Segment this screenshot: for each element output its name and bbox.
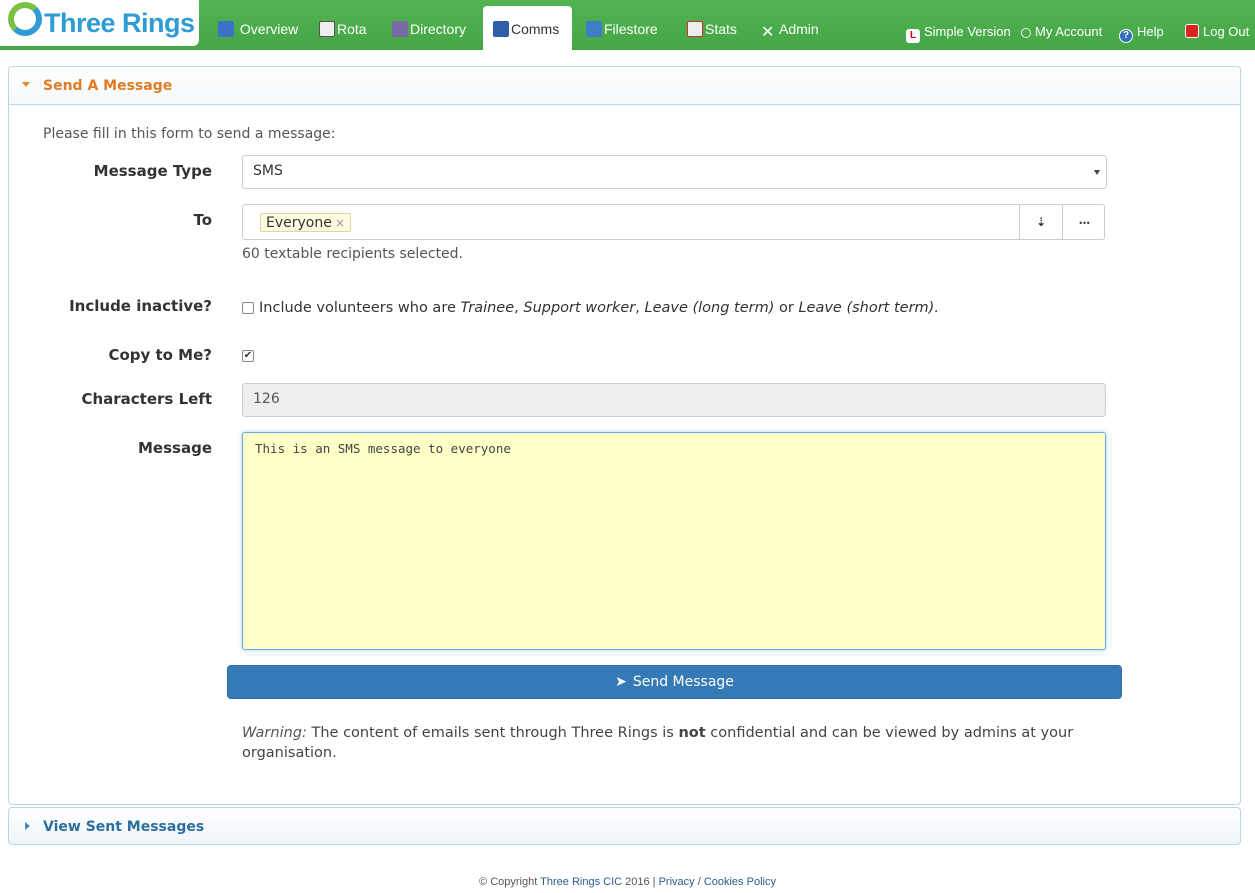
footer: © Copyright Three Rings CIC 2016 | Priva… (0, 876, 1255, 888)
power-icon (1185, 24, 1199, 38)
send-icon: ➤ (615, 674, 627, 690)
tab-directory[interactable]: Directory (392, 6, 466, 50)
help-icon: ? (1119, 29, 1133, 43)
confidentiality-warning: Warning: The content of emails sent thro… (242, 723, 1112, 763)
tab-label: Admin (779, 21, 819, 37)
copy-to-me-checkbox[interactable]: ✔ (242, 350, 254, 362)
tab-label: Rota (337, 21, 367, 37)
text: . (934, 300, 939, 316)
tab-label: Stats (705, 21, 737, 37)
my-account-link[interactable]: My Account (1021, 24, 1102, 39)
tab-label: Comms (511, 21, 560, 37)
text: The content of emails sent through Three… (306, 725, 679, 741)
cookies-link[interactable]: Cookies Policy (704, 876, 776, 888)
tab-label: Filestore (604, 21, 658, 37)
rings-icon (8, 2, 42, 36)
link-label: My Account (1035, 24, 1103, 39)
button-label: Send Message (632, 674, 734, 690)
checkmark-icon: ✔ (243, 350, 253, 361)
panel-title: Send A Message (43, 78, 173, 94)
text: 2016 | (622, 876, 659, 888)
key-icon (1021, 28, 1031, 38)
logo-text: Three Rings (44, 8, 195, 38)
include-inactive-label: Include inactive? (69, 297, 212, 315)
tab-rota[interactable]: Rota (319, 6, 367, 50)
send-message-panel-header[interactable]: Send A Message (9, 67, 1240, 105)
to-label: To (193, 211, 212, 229)
caret-down-icon (22, 82, 30, 87)
chevron-down-icon (1094, 170, 1100, 175)
panel-title: View Sent Messages (43, 819, 205, 835)
filestore-icon (586, 21, 602, 37)
help-link[interactable]: ? Help (1119, 24, 1164, 43)
overview-icon (218, 21, 234, 37)
simple-version-link[interactable]: L Simple Version (906, 24, 1011, 43)
simple-version-icon: L (906, 29, 920, 43)
tab-overview[interactable]: Overview (218, 6, 298, 50)
text: © Copyright (479, 876, 541, 888)
tab-label: Overview (239, 21, 299, 37)
top-navigation-bar: Three Rings Overview Rota Directory Comm… (0, 0, 1255, 50)
three-rings-logo[interactable]: Three Rings (0, 0, 199, 46)
message-textarea[interactable]: This is an SMS message to everyone (242, 432, 1106, 650)
include-inactive-description: Include volunteers who are Trainee, Supp… (259, 300, 939, 316)
tab-admin[interactable]: ✕ Admin (761, 6, 819, 50)
more-icon: ••• (1078, 219, 1090, 228)
status-leave-short: Leave (short term) (798, 300, 935, 316)
recipients-count: 60 textable recipients selected. (242, 246, 464, 262)
tab-stats[interactable]: Stats (687, 6, 737, 50)
message-type-label: Message Type (93, 162, 212, 180)
send-message-button[interactable]: ➤ Send Message (227, 665, 1122, 699)
status-support-worker: Support worker (523, 300, 636, 316)
text: , (514, 300, 524, 316)
remove-chip-icon[interactable]: × (335, 216, 345, 230)
text: Include volunteers who are (259, 300, 461, 316)
tools-icon: ✕ (761, 24, 775, 41)
more-options-button[interactable]: ••• (1062, 205, 1105, 239)
link-label: Help (1137, 24, 1164, 39)
message-type-value: SMS (253, 163, 283, 179)
message-type-select[interactable]: SMS (242, 155, 1107, 189)
comms-icon (493, 21, 509, 37)
tab-label: Directory (410, 21, 467, 37)
link-label: Log Out (1203, 24, 1250, 39)
chip-label: Everyone (266, 215, 332, 231)
three-rings-link[interactable]: Three Rings CIC (540, 876, 622, 888)
recipient-chip[interactable]: Everyone × (260, 213, 351, 232)
form-intro: Please fill in this form to send a messa… (43, 126, 336, 142)
caret-right-icon (25, 822, 30, 830)
link-label: Simple Version (924, 24, 1011, 39)
directory-icon (392, 21, 408, 37)
characters-left-field: 126 (242, 383, 1106, 417)
text: not (678, 725, 706, 741)
copy-to-me-label: Copy to Me? (108, 346, 212, 364)
tab-filestore[interactable]: Filestore (586, 6, 658, 50)
include-inactive-checkbox[interactable] (242, 302, 254, 314)
tab-comms[interactable]: Comms (483, 6, 572, 50)
text: / (694, 876, 704, 888)
view-sent-messages-panel[interactable]: View Sent Messages (8, 807, 1241, 845)
privacy-link[interactable]: Privacy (659, 876, 695, 888)
calendar-icon (319, 21, 335, 37)
message-label: Message (138, 439, 212, 457)
characters-left-label: Characters Left (81, 390, 212, 408)
status-leave-long: Leave (long term) (644, 300, 775, 316)
stats-icon (687, 21, 703, 37)
status-trainee: Trainee (460, 300, 515, 316)
text: or (774, 300, 799, 316)
log-out-link[interactable]: Log Out (1185, 24, 1249, 39)
sort-button[interactable]: ⇣ (1019, 205, 1062, 239)
sort-icon: ⇣ (1035, 215, 1047, 229)
warning-prefix: Warning: (242, 725, 307, 741)
recipients-input[interactable]: Everyone × ⇣ ••• (242, 204, 1105, 240)
